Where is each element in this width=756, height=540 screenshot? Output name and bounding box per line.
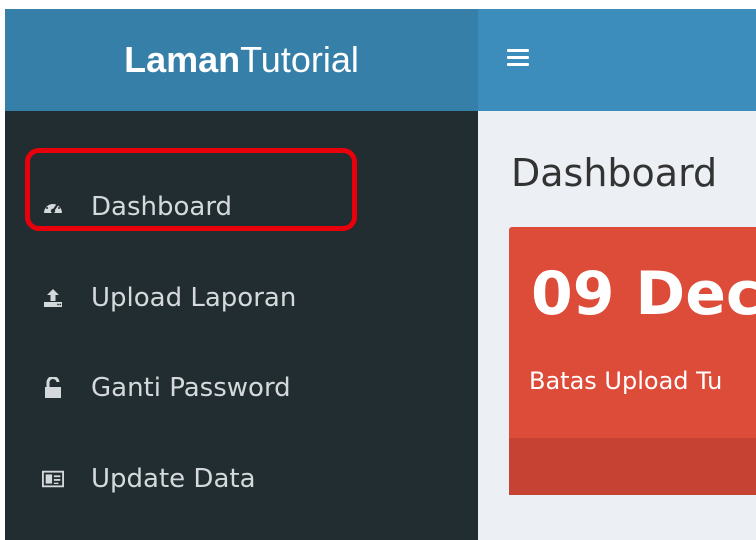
info-box-footer[interactable] [509, 438, 756, 495]
deadline-date: 09 Dec [531, 259, 756, 329]
sidebar-item-label: Ganti Password [91, 373, 291, 403]
page-title: Dashboard [511, 151, 718, 195]
upload-icon [42, 287, 64, 309]
sidebar-item-label: Update Data [91, 464, 256, 494]
sidebar-item-upload-laporan[interactable]: Upload Laporan [5, 268, 478, 328]
top-navbar [478, 9, 756, 111]
sidebar-item-ganti-password[interactable]: Ganti Password [5, 358, 478, 418]
brand-bold-text: Laman [124, 39, 241, 80]
unlock-icon [42, 377, 64, 399]
sidebar-item-label: Upload Laporan [91, 283, 297, 313]
brand-light-text: Tutorial [240, 39, 359, 80]
id-card-icon [42, 468, 64, 490]
main-content: Dashboard 09 Dec Batas Upload Tu [478, 111, 756, 540]
sidebar-toggle-hamburger-icon[interactable] [507, 49, 529, 69]
sidebar-item-update-data[interactable]: Update Data [5, 449, 478, 509]
deadline-info-box: 09 Dec Batas Upload Tu [509, 227, 756, 495]
app-frame: Laman Tutorial Dashboard Upload Laporan … [5, 9, 756, 540]
brand-logo[interactable]: Laman Tutorial [5, 9, 478, 111]
highlight-box [25, 148, 357, 231]
deadline-caption: Batas Upload Tu [529, 367, 723, 395]
